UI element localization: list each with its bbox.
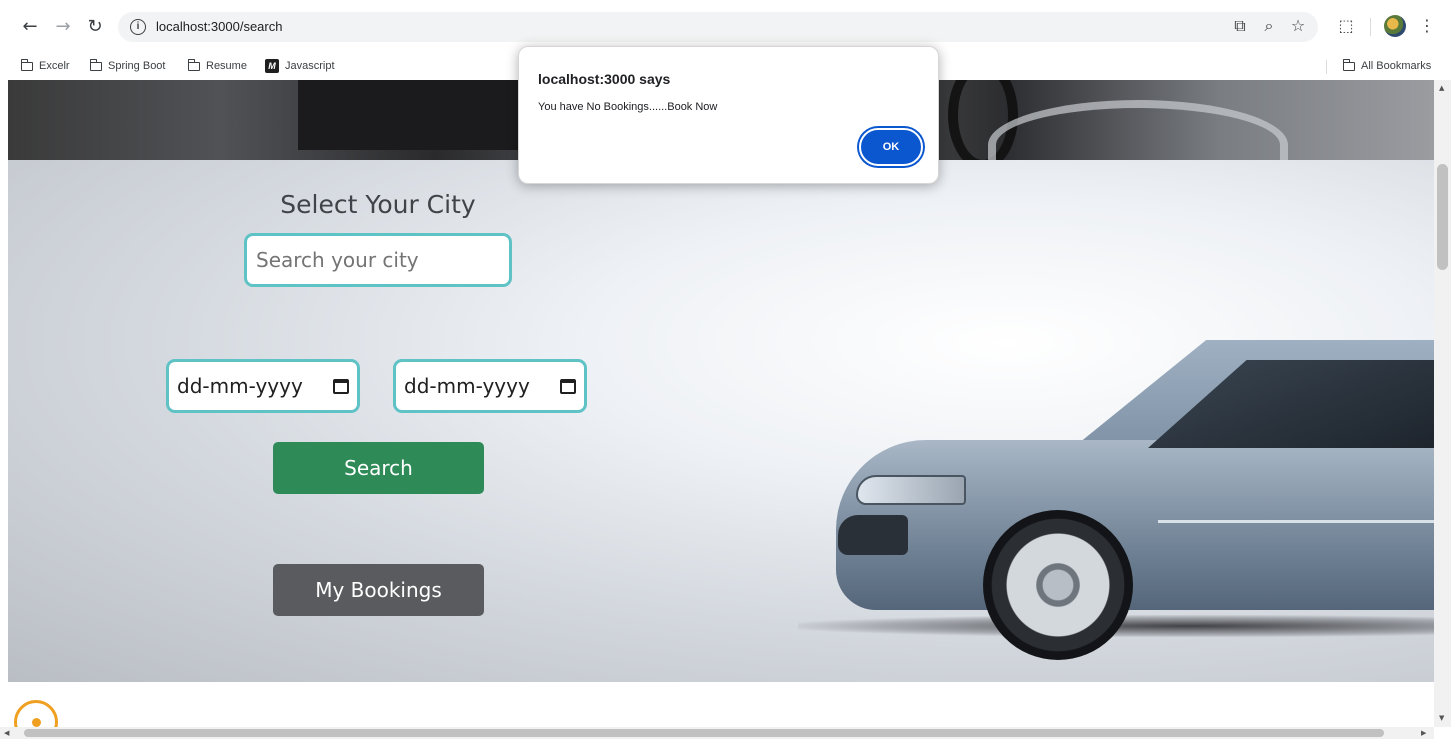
scroll-up-icon[interactable]: ▲: [1439, 84, 1444, 92]
car-body-line: [1158, 520, 1434, 523]
zoom-icon[interactable]: ⌕: [1257, 14, 1281, 38]
browser-window: ← → ↻ i localhost:3000/search ⧉ ⌕ ☆ ⬚ ⋮ …: [0, 0, 1451, 739]
car-wheel: [983, 510, 1133, 660]
bookmark-label: Resume: [206, 60, 247, 72]
calendar-icon[interactable]: [559, 378, 576, 394]
address-bar[interactable]: i localhost:3000/search: [118, 12, 1318, 42]
all-bookmarks[interactable]: All Bookmarks: [1342, 57, 1432, 75]
extensions-icon[interactable]: ⬚: [1334, 14, 1358, 38]
car-image: [798, 330, 1434, 660]
dialog-message: You have No Bookings......Book Now: [538, 101, 718, 113]
all-bookmarks-label: All Bookmarks: [1361, 60, 1432, 72]
profile-avatar[interactable]: [1384, 15, 1406, 37]
toolbar-separator: [1370, 18, 1371, 36]
alert-dialog: localhost:3000 says You have No Bookings…: [518, 46, 939, 184]
browser-toolbar: ← → ↻ i localhost:3000/search ⧉ ⌕ ☆ ⬚ ⋮: [0, 0, 1451, 52]
bookmark-javascript[interactable]: M Javascript: [265, 57, 335, 75]
vertical-scrollbar[interactable]: ▲ ▼: [1434, 80, 1451, 727]
car-grille: [838, 515, 908, 555]
more-menu-icon[interactable]: ⋮: [1415, 14, 1439, 38]
folder-icon: [1342, 58, 1355, 71]
date-from-field[interactable]: dd-mm-yyyy: [166, 359, 360, 413]
hero-section: Select Your City dd-mm-yyyy dd-mm-yyyy S…: [8, 160, 1434, 682]
ok-button[interactable]: OK: [859, 128, 923, 166]
search-button[interactable]: Search: [273, 442, 484, 494]
date-from-text: dd-mm-yyyy: [177, 374, 303, 398]
folder-icon: [89, 58, 102, 71]
folder-icon: [187, 58, 200, 71]
back-arrow-icon[interactable]: ←: [19, 16, 41, 38]
bookmarks-separator: [1326, 60, 1327, 74]
loading-spinner-icon: [14, 700, 58, 727]
bookmark-excelr[interactable]: Excelr: [20, 57, 70, 75]
bookmark-star-icon[interactable]: ☆: [1286, 14, 1310, 38]
banner-road-shape: [988, 100, 1288, 160]
folder-icon: [20, 58, 33, 71]
city-search-input[interactable]: [244, 233, 512, 287]
m-logo-icon: M: [265, 59, 279, 73]
bookmark-label: Javascript: [285, 60, 335, 72]
bookmark-spring-boot[interactable]: Spring Boot: [89, 57, 166, 75]
install-app-icon[interactable]: ⧉: [1228, 14, 1252, 38]
scroll-left-icon[interactable]: ◀: [4, 729, 9, 737]
horizontal-scroll-thumb[interactable]: [24, 729, 1384, 737]
horizontal-scrollbar[interactable]: ◀ ▶: [0, 727, 1434, 739]
bookmark-resume[interactable]: Resume: [187, 57, 247, 75]
my-bookings-button[interactable]: My Bookings: [273, 564, 484, 616]
car-headlight: [856, 475, 966, 505]
reload-icon[interactable]: ↻: [84, 16, 106, 38]
site-info-icon[interactable]: i: [130, 19, 146, 35]
page-title: Select Your City: [280, 190, 476, 219]
banner-car-shape: [298, 80, 538, 150]
car-body: [836, 440, 1434, 610]
dialog-title: localhost:3000 says: [538, 71, 671, 87]
bookmark-label: Spring Boot: [108, 60, 166, 72]
forward-arrow-icon[interactable]: →: [52, 16, 74, 38]
date-to-text: dd-mm-yyyy: [404, 374, 530, 398]
vertical-scroll-thumb[interactable]: [1437, 164, 1448, 270]
calendar-icon[interactable]: [332, 378, 349, 394]
date-to-field[interactable]: dd-mm-yyyy: [393, 359, 587, 413]
scroll-down-icon[interactable]: ▼: [1439, 714, 1444, 722]
bookmark-label: Excelr: [39, 60, 70, 72]
scroll-right-icon[interactable]: ▶: [1421, 729, 1426, 737]
address-bar-url: localhost:3000/search: [156, 19, 283, 34]
